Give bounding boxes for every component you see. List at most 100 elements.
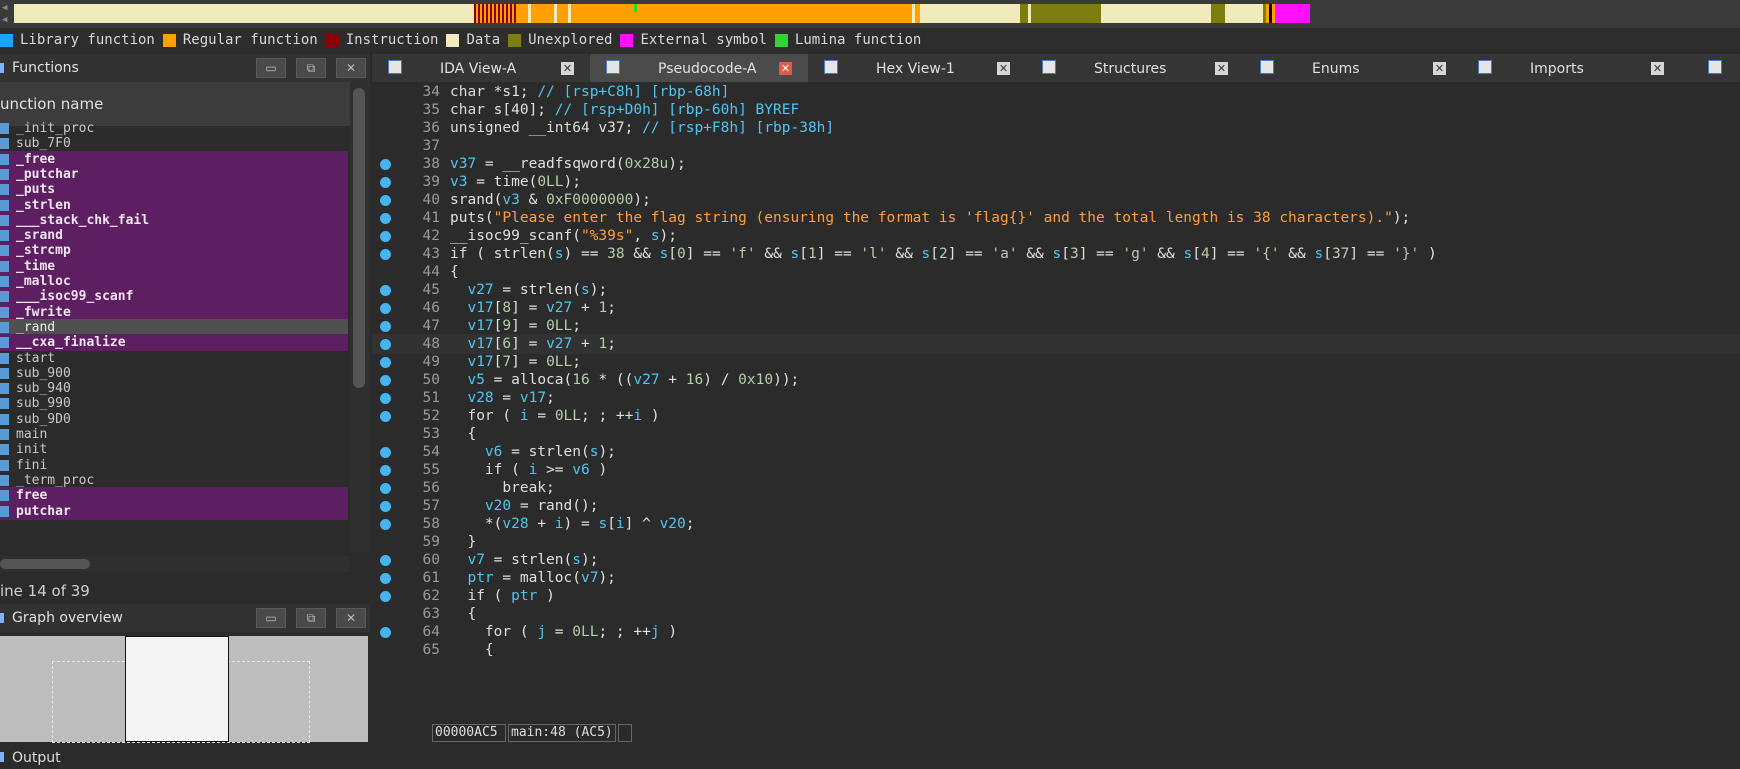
breakpoint-dot-icon[interactable]: [380, 213, 391, 224]
tab-structures[interactable]: Structures ✕: [1026, 54, 1244, 82]
code-text[interactable]: v5 = alloca(16 * ((v27 + 16) / 0x10));: [450, 370, 799, 390]
tab-close-icon[interactable]: ✕: [1651, 62, 1664, 75]
code-line[interactable]: 35 char s[40]; // [rsp+D0h] [rbp-60h] BYR…: [372, 100, 1740, 120]
navigation-strip[interactable]: [14, 4, 1410, 23]
code-line[interactable]: 56 break;: [372, 478, 1740, 498]
output-panel-title[interactable]: Output: [0, 748, 370, 769]
breakpoint-dot-icon[interactable]: [380, 231, 391, 242]
code-text[interactable]: v20 = rand();: [450, 496, 599, 516]
scrollbar-thumb[interactable]: [353, 88, 365, 388]
breakpoint-dot-icon[interactable]: [380, 483, 391, 494]
code-line[interactable]: 45 v27 = strlen(s);: [372, 280, 1740, 300]
code-text[interactable]: char s[40]; // [rsp+D0h] [rbp-60h] BYREF: [450, 100, 799, 120]
code-line[interactable]: 58 *(v28 + i) = s[i] ^ v20;: [372, 514, 1740, 534]
breakpoint-dot-icon[interactable]: [380, 447, 391, 458]
breakpoint-dot-icon[interactable]: [380, 249, 391, 260]
code-text[interactable]: v28 = v17;: [450, 388, 554, 408]
code-line[interactable]: 42 __isoc99_scanf("%39s", s);: [372, 226, 1740, 246]
tab-ida-view-a[interactable]: IDA View-A ✕: [372, 54, 590, 82]
breakpoint-dot-icon[interactable]: [380, 555, 391, 566]
breakpoint-dot-icon[interactable]: [380, 591, 391, 602]
code-text[interactable]: char *s1; // [rsp+C8h] [rbp-68h]: [450, 82, 729, 102]
code-text[interactable]: puts("Please enter the flag string (ensu…: [450, 208, 1410, 228]
code-line[interactable]: 44 {: [372, 262, 1740, 282]
tab-imports[interactable]: Imports ✕: [1462, 54, 1680, 82]
code-text[interactable]: {: [450, 262, 459, 282]
nav-left-arrow-icon-2[interactable]: ◀: [2, 14, 12, 26]
code-text[interactable]: {: [450, 604, 476, 624]
code-text[interactable]: }: [450, 532, 476, 552]
breakpoint-dot-icon[interactable]: [380, 501, 391, 512]
code-line[interactable]: 64 for ( j = 0LL; ; ++j ): [372, 622, 1740, 642]
code-text[interactable]: v17[6] = v27 + 1;: [450, 334, 615, 354]
code-line[interactable]: 40 srand(v3 & 0xF0000000);: [372, 190, 1740, 210]
code-text[interactable]: v17[9] = 0LL;: [450, 316, 581, 336]
graph-viewport-frame[interactable]: [125, 636, 229, 742]
panel-close-button[interactable]: ✕: [336, 58, 366, 78]
breakpoint-dot-icon[interactable]: [380, 177, 391, 188]
code-line[interactable]: 37: [372, 136, 1740, 156]
code-text[interactable]: break;: [450, 478, 554, 498]
code-text[interactable]: v17[7] = 0LL;: [450, 352, 581, 372]
breakpoint-dot-icon[interactable]: [380, 285, 391, 296]
breakpoint-dot-icon[interactable]: [380, 411, 391, 422]
breakpoint-dot-icon[interactable]: [380, 465, 391, 476]
code-line[interactable]: 50 v5 = alloca(16 * ((v27 + 16) / 0x10))…: [372, 370, 1740, 390]
nav-left-arrow-icon[interactable]: ◀: [2, 2, 12, 14]
breakpoint-dot-icon[interactable]: [380, 357, 391, 368]
graph-overview-titlebar[interactable]: Graph overview ▭ ⧉ ✕: [0, 604, 370, 632]
breakpoint-dot-icon[interactable]: [380, 195, 391, 206]
breakpoint-dot-icon[interactable]: [380, 321, 391, 332]
code-line[interactable]: 41 puts("Please enter the flag string (en…: [372, 208, 1740, 228]
panel-close-button[interactable]: ✕: [336, 608, 366, 628]
code-line[interactable]: 65 {: [372, 640, 1740, 660]
code-line[interactable]: 43 if ( strlen(s) == 38 && s[0] == 'f' &&…: [372, 244, 1740, 264]
tab-overflow-icon[interactable]: [1708, 60, 1722, 74]
breakpoint-dot-icon[interactable]: [380, 519, 391, 530]
function-list[interactable]: _init_proc sub_7F0 _free _putchar _puts _strl…: [0, 120, 350, 556]
code-text[interactable]: if ( ptr ): [450, 586, 554, 606]
scrollbar-thumb[interactable]: [0, 559, 90, 569]
tab-close-icon[interactable]: ✕: [779, 62, 792, 75]
code-line[interactable]: 52 for ( i = 0LL; ; ++i ): [372, 406, 1740, 426]
code-text[interactable]: {: [450, 424, 476, 444]
code-line[interactable]: 38 v37 = __readfsqword(0x28u);: [372, 154, 1740, 174]
navigation-band[interactable]: ◀ ◀: [0, 0, 1740, 28]
breakpoint-dot-icon[interactable]: [380, 339, 391, 350]
code-line[interactable]: 57 v20 = rand();: [372, 496, 1740, 516]
pseudocode-view[interactable]: 34 char *s1; // [rsp+C8h] [rbp-68h] 35 char…: [372, 82, 1740, 722]
code-text[interactable]: for ( j = 0LL; ; ++j ): [450, 622, 677, 642]
code-line[interactable]: 39 v3 = time(0LL);: [372, 172, 1740, 192]
code-text[interactable]: v17[8] = v27 + 1;: [450, 298, 615, 318]
code-line[interactable]: 62 if ( ptr ): [372, 586, 1740, 606]
code-line[interactable]: 54 v6 = strlen(s);: [372, 442, 1740, 462]
code-line[interactable]: 55 if ( i >= v6 ): [372, 460, 1740, 480]
code-line[interactable]: 46 v17[8] = v27 + 1;: [372, 298, 1740, 318]
breakpoint-dot-icon[interactable]: [380, 159, 391, 170]
code-text[interactable]: srand(v3 & 0xF0000000);: [450, 190, 651, 210]
code-line[interactable]: 47 v17[9] = 0LL;: [372, 316, 1740, 336]
breakpoint-dot-icon[interactable]: [380, 375, 391, 386]
function-list-vscrollbar[interactable]: [350, 82, 370, 552]
code-line[interactable]: 53 {: [372, 424, 1740, 444]
code-line[interactable]: 59 }: [372, 532, 1740, 552]
breakpoint-dot-icon[interactable]: [380, 573, 391, 584]
tab-pseudocode-a[interactable]: Pseudocode-A ✕: [590, 54, 808, 82]
code-text[interactable]: v37 = __readfsqword(0x28u);: [450, 154, 686, 174]
code-text[interactable]: unsigned __int64 v37; // [rsp+F8h] [rbp-…: [450, 118, 834, 138]
code-line[interactable]: 60 v7 = strlen(s);: [372, 550, 1740, 570]
tab-enums[interactable]: Enums ✕: [1244, 54, 1462, 82]
code-line[interactable]: 49 v17[7] = 0LL;: [372, 352, 1740, 372]
tab-hex-view-1[interactable]: Hex View-1 ✕: [808, 54, 1026, 82]
function-row[interactable]: putchar: [0, 502, 348, 520]
code-text[interactable]: __isoc99_scanf("%39s", s);: [450, 226, 677, 246]
tab-close-icon[interactable]: ✕: [561, 62, 574, 75]
code-line[interactable]: 61 ptr = malloc(v7);: [372, 568, 1740, 588]
code-line[interactable]: 34 char *s1; // [rsp+C8h] [rbp-68h]: [372, 82, 1740, 102]
code-text[interactable]: for ( i = 0LL; ; ++i ): [450, 406, 659, 426]
graph-overview-canvas[interactable]: [0, 636, 368, 743]
code-text[interactable]: if ( i >= v6 ): [450, 460, 607, 480]
code-line[interactable]: 36 unsigned __int64 v37; // [rsp+F8h] [rb…: [372, 118, 1740, 138]
breakpoint-dot-icon[interactable]: [380, 627, 391, 638]
code-text[interactable]: ptr = malloc(v7);: [450, 568, 615, 588]
